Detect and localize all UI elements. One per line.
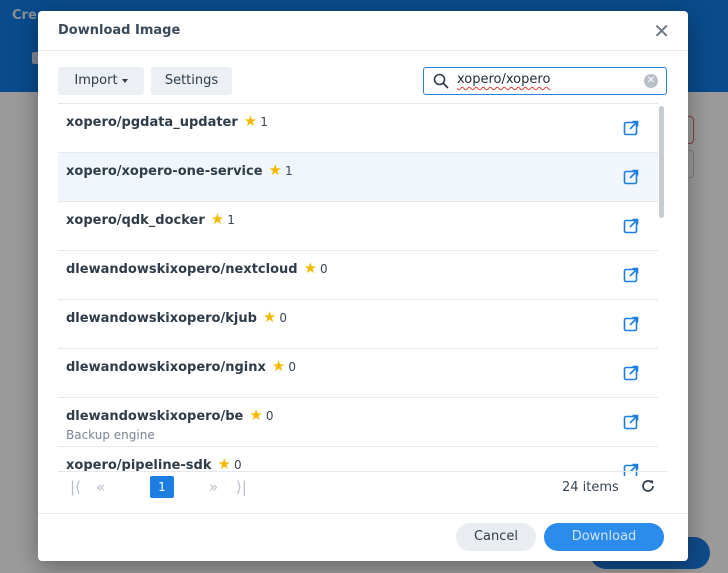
list-item[interactable]: dlewandowskixopero/kjub ★ 0: [58, 300, 658, 349]
image-description: Backup engine: [66, 428, 155, 442]
footer-divider: [38, 513, 688, 514]
external-link-icon[interactable]: [623, 218, 639, 234]
search-input[interactable]: xopero/xopero ✕: [423, 67, 667, 95]
list-item[interactable]: xopero/pgdata_updater ★ 1: [58, 104, 658, 153]
image-name: dlewandowskixopero/nginx ★ 0: [66, 357, 296, 375]
star-icon: ★: [303, 259, 318, 277]
star-icon: ★: [243, 112, 258, 130]
list-item[interactable]: dlewandowskixopero/nginx ★ 0: [58, 349, 658, 398]
image-name: xopero/qdk_docker ★ 1: [66, 210, 235, 228]
external-link-icon[interactable]: [623, 267, 639, 283]
first-page-icon[interactable]: |⟨: [70, 478, 81, 496]
search-icon: [433, 73, 449, 89]
close-icon[interactable]: ✕: [653, 19, 670, 43]
image-name: dlewandowskixopero/kjub ★ 0: [66, 308, 287, 326]
dialog-title: Download Image: [58, 23, 181, 38]
star-icon: ★: [271, 357, 286, 375]
external-link-icon[interactable]: [623, 414, 639, 430]
clear-icon[interactable]: ✕: [644, 74, 658, 88]
image-name: dlewandowskixopero/be ★ 0: [66, 406, 274, 424]
download-image-dialog: Download Image ✕ Import Settings xopero/…: [38, 11, 688, 561]
star-count: 1: [227, 213, 235, 227]
external-link-icon[interactable]: [623, 169, 639, 185]
star-icon: ★: [249, 406, 263, 424]
refresh-icon[interactable]: [640, 478, 656, 494]
last-page-icon[interactable]: ⟩|: [236, 478, 247, 496]
caret-down-icon: [121, 78, 128, 83]
star-count: 0: [233, 458, 242, 472]
external-link-icon[interactable]: [623, 316, 639, 332]
star-icon: ★: [210, 210, 225, 228]
image-name: xopero/pgdata_updater ★ 1: [66, 112, 268, 130]
external-link-icon[interactable]: [623, 120, 639, 136]
star-icon: ★: [268, 161, 282, 179]
star-count: 1: [260, 115, 268, 129]
search-input-value[interactable]: xopero/xopero: [457, 72, 550, 87]
import-button[interactable]: Import: [58, 67, 144, 95]
star-count: 0: [265, 409, 274, 423]
pagination: |⟨ « 1 » ⟩| 24 items: [58, 471, 668, 502]
image-name: dlewandowskixopero/nextcloud ★ 0: [66, 259, 328, 277]
settings-button[interactable]: Settings: [151, 67, 232, 95]
star-count: 0: [320, 262, 328, 276]
star-count: 1: [284, 164, 293, 178]
list-item[interactable]: dlewandowskixopero/be ★ 0 Backup engine: [58, 398, 658, 447]
results-list: xopero/pgdata_updater ★ 1 xopero/xopero-on…: [58, 103, 658, 476]
items-count: 24 items: [562, 480, 619, 495]
download-button[interactable]: Download: [544, 523, 664, 551]
cancel-button[interactable]: Cancel: [456, 523, 536, 551]
image-name: xopero/xopero-one-service ★ 1: [66, 161, 293, 179]
previous-page-icon[interactable]: «: [96, 478, 105, 496]
import-button-label: Import: [74, 73, 118, 88]
star-count: 0: [288, 360, 296, 374]
list-item[interactable]: dlewandowskixopero/nextcloud ★ 0: [58, 251, 658, 300]
star-count: 0: [279, 311, 287, 325]
list-item[interactable]: xopero/qdk_docker ★ 1: [58, 202, 658, 251]
current-page-button[interactable]: 1: [150, 476, 174, 498]
title-divider: [38, 50, 688, 51]
next-page-icon[interactable]: »: [209, 478, 218, 496]
star-icon: ★: [262, 308, 277, 326]
list-item[interactable]: xopero/xopero-one-service ★ 1: [58, 153, 658, 202]
list-scrollbar[interactable]: [659, 106, 664, 218]
external-link-icon[interactable]: [623, 365, 639, 381]
